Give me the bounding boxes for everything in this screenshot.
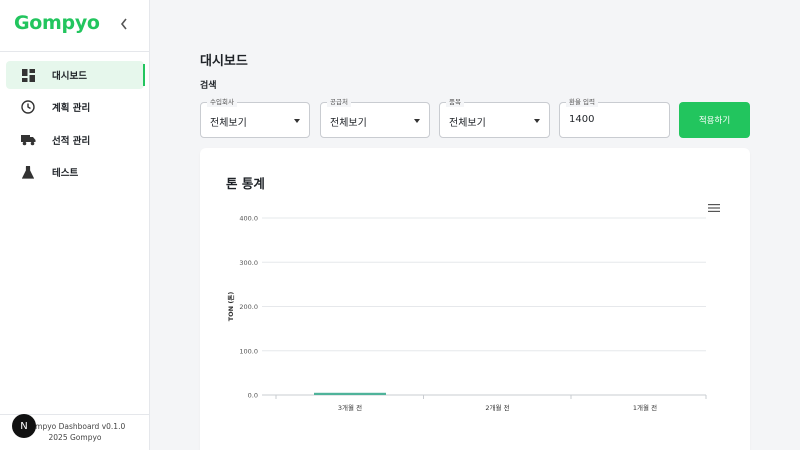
field-value: 전체보기	[330, 118, 367, 129]
x-tick-label: 1개월 전	[633, 403, 657, 412]
sidebar-item-plan[interactable]: 계획 관리	[6, 93, 144, 121]
sidebar-item-label: 선적 관리	[52, 136, 91, 147]
apply-button[interactable]: 적용하기	[679, 102, 750, 138]
dashboard-icon	[20, 67, 36, 83]
dropdown-arrow-icon	[294, 119, 300, 123]
page-title: 대시보드	[200, 54, 248, 69]
next-dev-badge[interactable]: N	[12, 414, 36, 438]
field-label: 품목	[446, 97, 464, 107]
clock-icon	[20, 99, 36, 115]
y-tick-label: 200.0	[239, 303, 258, 311]
field-label: 수입회사	[207, 97, 237, 107]
sidebar-item-label: 계획 관리	[52, 103, 91, 114]
bar-1	[314, 392, 386, 395]
search-section-label: 검색	[200, 81, 217, 91]
sidebar: Gompyo 대시보드 계획 관리 선적 관리 테스트 Gompyo Dashb…	[0, 0, 150, 450]
chevron-left-icon	[120, 18, 127, 30]
dropdown-arrow-icon	[534, 119, 540, 123]
supplier-select[interactable]: 공급처 전체보기	[320, 97, 430, 138]
field-value: 전체보기	[449, 118, 486, 129]
x-tick-label: 2개월 전	[485, 403, 509, 412]
y-tick-label: 100.0	[239, 347, 258, 355]
exchange-rate-input[interactable]: 환율 입력 1400	[559, 97, 670, 138]
sidebar-divider	[0, 51, 149, 52]
x-tick-label: 3개월 전	[338, 403, 362, 412]
importer-select[interactable]: 수입회사 전체보기	[200, 97, 310, 138]
dropdown-arrow-icon	[414, 119, 420, 123]
ton-stats-card: 톤 통계 0.0 100.0 200.0 300.0 400.0 TON (톤) 3개월 전…	[200, 148, 750, 450]
sidebar-item-test[interactable]: 테스트	[6, 158, 144, 186]
sidebar-item-label: 테스트	[52, 168, 79, 179]
field-value: 1400	[569, 114, 595, 125]
y-tick-label: 400.0	[239, 215, 258, 223]
y-tick-label: 300.0	[239, 259, 258, 267]
field-label: 환율 입력	[566, 97, 598, 107]
collapse-sidebar-button[interactable]	[115, 15, 133, 35]
field-label: 공급처	[327, 97, 351, 107]
flask-icon	[20, 164, 36, 180]
sidebar-item-shipping[interactable]: 선적 관리	[6, 126, 144, 154]
field-value: 전체보기	[210, 118, 247, 129]
sidebar-item-dashboard[interactable]: 대시보드	[6, 61, 145, 89]
item-select[interactable]: 품목 전체보기	[439, 97, 550, 138]
y-tick-label: 0.0	[248, 392, 258, 400]
ton-bar-chart: 0.0 100.0 200.0 300.0 400.0 TON (톤) 3개월 전 2개월 전…	[226, 215, 707, 412]
app-logo[interactable]: Gompyo	[14, 12, 100, 34]
y-axis-label: TON (톤)	[226, 292, 235, 322]
sidebar-item-label: 대시보드	[52, 71, 87, 82]
truck-icon	[20, 132, 36, 148]
